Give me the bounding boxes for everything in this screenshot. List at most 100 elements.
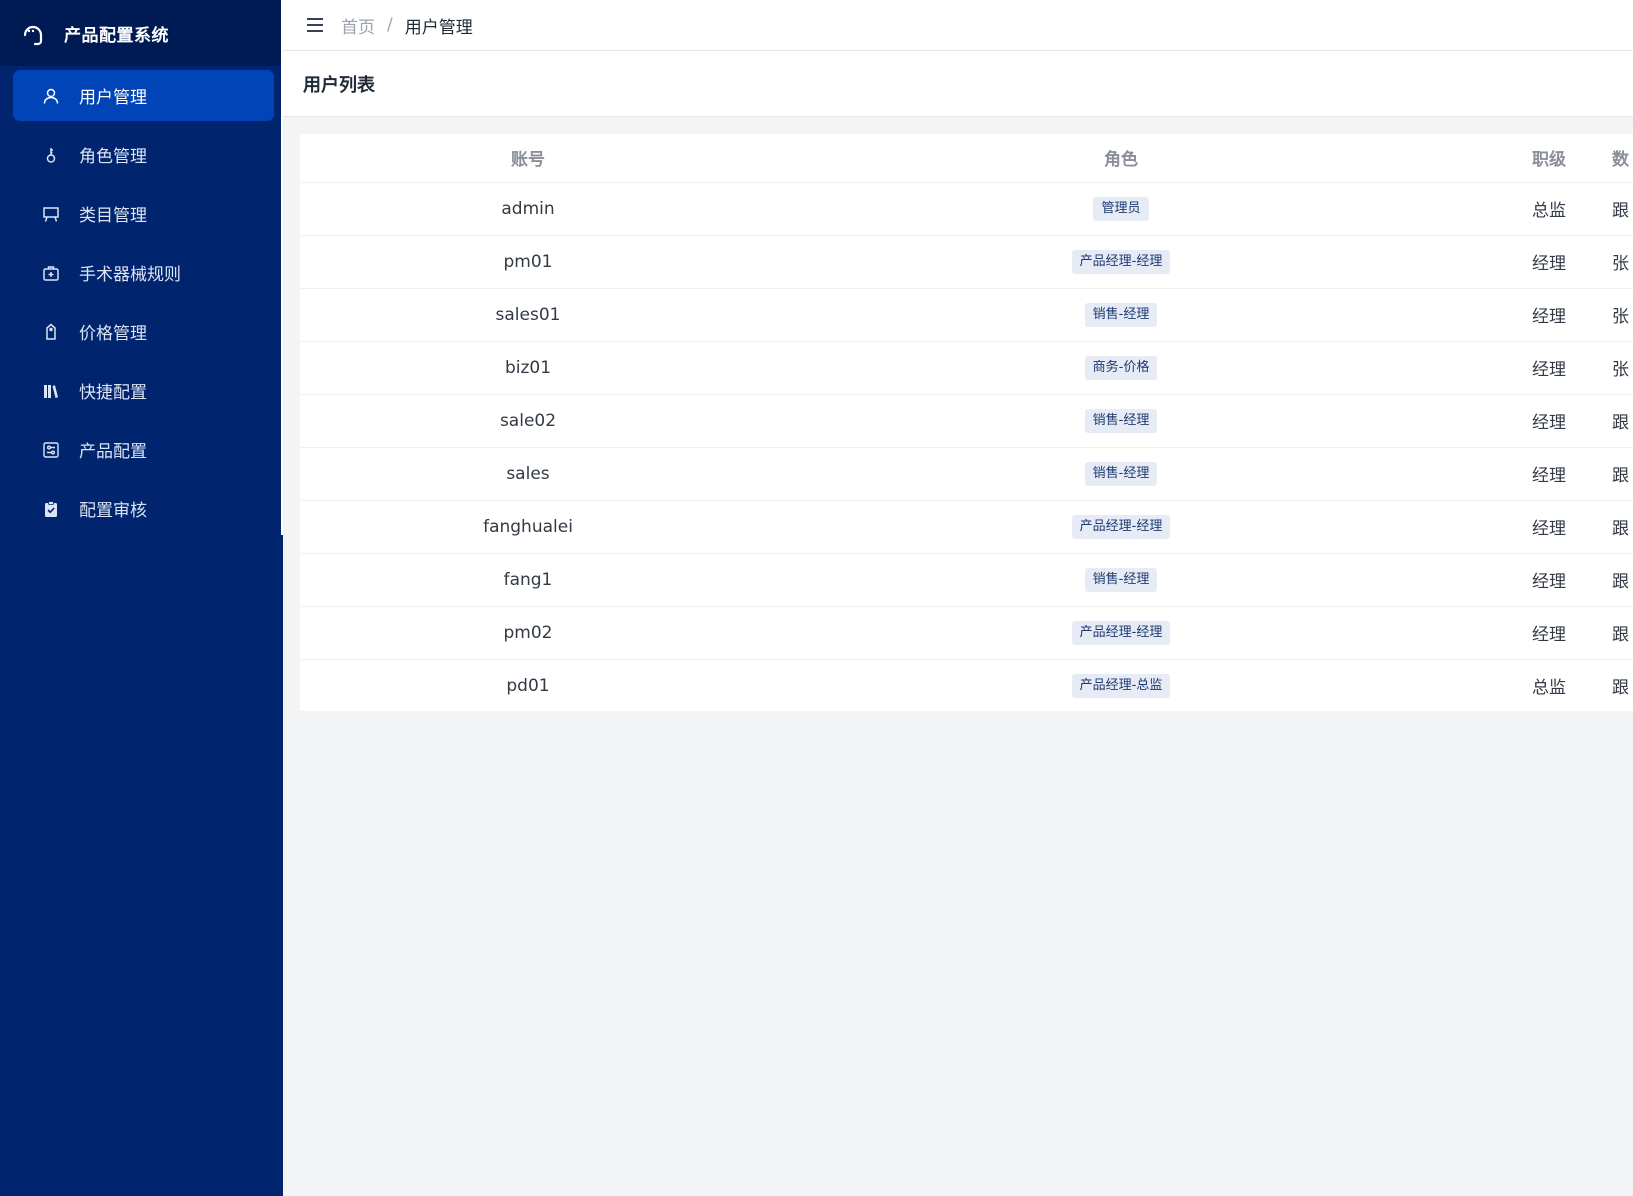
level-cell: 经理	[1486, 235, 1612, 289]
role-cell: 产品经理-经理	[756, 235, 1486, 289]
role-cell: 销售-经理	[756, 447, 1486, 501]
role-cell: 产品经理-经理	[756, 500, 1486, 554]
level-cell: 总监	[1486, 182, 1612, 236]
table-row[interactable]: pm01 产品经理-经理 经理张	[300, 235, 1633, 289]
truncated-cell: 跟	[1612, 394, 1633, 448]
role-tag: 产品经理-总监	[1071, 673, 1171, 698]
truncated-cell: 跟	[1612, 500, 1633, 554]
books-icon	[41, 381, 61, 401]
role-cell: 管理员	[756, 182, 1486, 236]
headset-logo-icon	[18, 18, 48, 48]
account-cell: pm02	[300, 606, 756, 660]
account-cell: fanghualei	[300, 500, 756, 554]
level-cell: 经理	[1486, 288, 1612, 342]
level-cell: 经理	[1486, 553, 1612, 607]
top-header: 首页 / 用户管理	[283, 0, 1633, 51]
role-tag: 销售-经理	[1084, 302, 1158, 327]
sidebar-item-label: 用户管理	[79, 88, 147, 108]
breadcrumb: 首页 / 用户管理	[341, 13, 473, 38]
role-tag: 销售-经理	[1084, 461, 1158, 486]
breadcrumb-separator: /	[387, 15, 393, 35]
column-header-account[interactable]: 账号	[300, 134, 756, 183]
level-cell: 经理	[1486, 394, 1612, 448]
table-row[interactable]: sale02 销售-经理 经理跟	[300, 394, 1633, 448]
role-cell: 销售-经理	[756, 288, 1486, 342]
truncated-cell: 跟	[1612, 659, 1633, 711]
column-header-truncated[interactable]: 数	[1612, 134, 1633, 183]
level-cell: 经理	[1486, 606, 1612, 660]
app-root: 产品配置系统 用户管理 角色管理 类目管理 手术器械规则 价格管理 快捷配置 产…	[0, 0, 1633, 1196]
role-cell: 商务-价格	[756, 341, 1486, 395]
truncated-cell: 跟	[1612, 182, 1633, 236]
table-row[interactable]: pd01 产品经理-总监 总监跟	[300, 659, 1633, 711]
table-row[interactable]: fang1 销售-经理 经理跟	[300, 553, 1633, 607]
role-tag: 销售-经理	[1084, 408, 1158, 433]
table-row[interactable]: fanghualei 产品经理-经理 经理跟	[300, 500, 1633, 554]
sidebar-item-label: 配置审核	[79, 501, 147, 521]
sidebar-item-quick-config[interactable]: 快捷配置	[13, 365, 274, 416]
truncated-cell: 张	[1612, 341, 1633, 395]
sidebar-item-label: 角色管理	[79, 147, 147, 167]
table-row[interactable]: sales01 销售-经理 经理张	[300, 288, 1633, 342]
key-icon	[41, 145, 61, 165]
account-cell: sales01	[300, 288, 756, 342]
easel-icon	[41, 204, 61, 224]
level-cell: 经理	[1486, 500, 1612, 554]
medical-kit-icon	[41, 263, 61, 283]
sidebar-item-price-management[interactable]: 价格管理	[13, 306, 274, 357]
role-tag: 销售-经理	[1084, 567, 1158, 592]
role-cell: 产品经理-总监	[756, 659, 1486, 711]
table-body: admin 管理员 总监跟 pm01 产品经理-经理 经理张 sales01 销售-经理 经理张…	[300, 182, 1633, 711]
role-cell: 销售-经理	[756, 553, 1486, 607]
sidebar-item-user-management[interactable]: 用户管理	[13, 70, 274, 121]
account-cell: biz01	[300, 341, 756, 395]
table-header-row: 账号 角色 职级 数	[300, 134, 1633, 183]
account-cell: sales	[300, 447, 756, 501]
sidebar-item-label: 产品配置	[79, 442, 147, 462]
breadcrumb-current: 用户管理	[404, 17, 473, 38]
sidebar-item-label: 类目管理	[79, 206, 147, 226]
truncated-cell: 跟	[1612, 447, 1633, 501]
role-tag: 管理员	[1093, 196, 1149, 221]
page-title-bar: 用户列表	[283, 51, 1633, 117]
role-tag: 产品经理-经理	[1071, 514, 1171, 539]
sidebar-item-surgical-instrument-rules[interactable]: 手术器械规则	[13, 247, 274, 298]
sidebar-item-product-config[interactable]: 产品配置	[13, 424, 274, 475]
sidebar-item-label: 价格管理	[79, 324, 147, 344]
user-icon	[41, 86, 61, 106]
level-cell: 经理	[1486, 447, 1612, 501]
account-cell: admin	[300, 182, 756, 236]
sidebar-item-config-review[interactable]: 配置审核	[13, 483, 274, 534]
table-row[interactable]: admin 管理员 总监跟	[300, 182, 1633, 236]
app-title: 产品配置系统	[64, 25, 169, 46]
role-tag: 产品经理-经理	[1071, 249, 1171, 274]
user-table-card: 账号 角色 职级 数 admin 管理员 总监跟 pm01 产品经理-经理 经理张 sale…	[300, 134, 1633, 711]
truncated-cell: 跟	[1612, 553, 1633, 607]
user-table: 账号 角色 职级 数 admin 管理员 总监跟 pm01 产品经理-经理 经理张 sale…	[300, 134, 1633, 711]
sidebar-item-category-management[interactable]: 类目管理	[13, 188, 274, 239]
sidebar: 产品配置系统 用户管理 角色管理 类目管理 手术器械规则 价格管理 快捷配置 产…	[0, 0, 283, 1196]
table-row[interactable]: sales 销售-经理 经理跟	[300, 447, 1633, 501]
table-row[interactable]: biz01 商务-价格 经理张	[300, 341, 1633, 395]
account-cell: fang1	[300, 553, 756, 607]
menu-toggle-icon[interactable]	[307, 18, 323, 32]
role-tag: 产品经理-经理	[1071, 620, 1171, 645]
sidebar-item-label: 手术器械规则	[79, 265, 181, 285]
column-header-role[interactable]: 角色	[756, 134, 1486, 183]
sidebar-item-label: 快捷配置	[79, 383, 147, 403]
table-row[interactable]: pm02 产品经理-经理 经理跟	[300, 606, 1633, 660]
truncated-cell: 跟	[1612, 606, 1633, 660]
level-cell: 经理	[1486, 341, 1612, 395]
role-cell: 产品经理-经理	[756, 606, 1486, 660]
clipboard-check-icon	[41, 499, 61, 519]
account-cell: pd01	[300, 659, 756, 711]
column-header-level[interactable]: 职级	[1486, 134, 1612, 183]
role-cell: 销售-经理	[756, 394, 1486, 448]
breadcrumb-home-link[interactable]: 首页	[341, 13, 375, 38]
page-title: 用户列表	[303, 74, 375, 96]
sidebar-menu: 用户管理 角色管理 类目管理 手术器械规则 价格管理 快捷配置 产品配置 配置审…	[0, 66, 283, 534]
sidebar-item-role-management[interactable]: 角色管理	[13, 129, 274, 180]
price-tag-icon	[41, 322, 61, 342]
account-cell: pm01	[300, 235, 756, 289]
brand[interactable]: 产品配置系统	[0, 0, 283, 66]
